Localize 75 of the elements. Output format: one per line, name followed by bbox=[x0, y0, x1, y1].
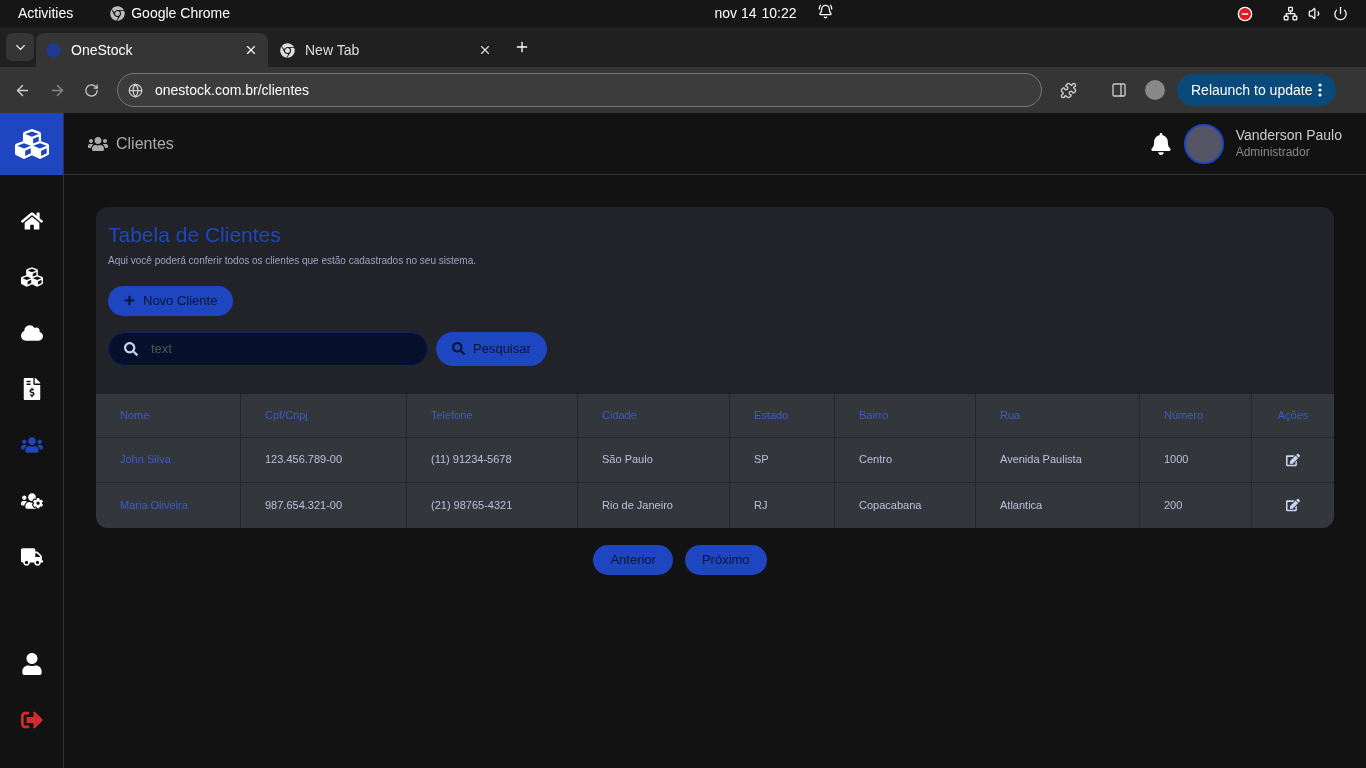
home-icon bbox=[20, 210, 43, 232]
tab-title: New Tab bbox=[305, 40, 361, 60]
table-cell-text: 200 bbox=[1164, 497, 1183, 513]
search-field[interactable]: text bbox=[108, 331, 428, 366]
side-panel-icon[interactable] bbox=[1111, 82, 1127, 98]
globe-icon bbox=[128, 82, 143, 98]
search-icon bbox=[124, 341, 138, 356]
relaunch-button[interactable]: Relaunch to update bbox=[1177, 74, 1337, 106]
column-header: Ações bbox=[1277, 407, 1309, 423]
do-not-disturb-icon[interactable] bbox=[1237, 5, 1253, 22]
tab-list-button[interactable] bbox=[6, 33, 34, 61]
more-icon bbox=[1318, 83, 1323, 97]
edit-icon[interactable] bbox=[1286, 452, 1300, 467]
column-header: Número bbox=[1164, 407, 1204, 423]
users-icon bbox=[20, 434, 43, 456]
column-header: Bairro bbox=[859, 407, 889, 423]
date-time[interactable]: 10:22 bbox=[761, 3, 797, 24]
column-header: Cpf/Cnpj bbox=[265, 407, 308, 423]
table-cell-text: 1000 bbox=[1164, 452, 1189, 468]
column-header: Telefone bbox=[431, 407, 473, 423]
bell-icon bbox=[817, 4, 833, 19]
table-cell-text: Maria Oliveira bbox=[120, 497, 188, 513]
column-header: Rua bbox=[1000, 407, 1021, 423]
notification-icon[interactable] bbox=[1149, 132, 1172, 155]
table-cell-text: (11) 91234-5678 bbox=[431, 452, 512, 468]
edit-icon[interactable] bbox=[1286, 498, 1300, 512]
reload-icon[interactable] bbox=[84, 82, 99, 98]
avatar[interactable] bbox=[1183, 123, 1224, 164]
table-cell-text: Avenida Paulista bbox=[1000, 452, 1082, 468]
browser-tab[interactable]: OneStock bbox=[36, 33, 268, 67]
table-cell-text: RJ bbox=[754, 497, 768, 513]
close-icon[interactable] bbox=[478, 43, 492, 57]
date-time[interactable]: nov 14 bbox=[714, 3, 757, 24]
logout-icon bbox=[20, 709, 43, 731]
tab-title: OneStock bbox=[71, 40, 134, 60]
boxes-logo-icon bbox=[14, 127, 49, 161]
close-icon[interactable] bbox=[244, 43, 258, 57]
column-header: Cidade bbox=[602, 407, 637, 423]
extensions-icon[interactable] bbox=[1060, 81, 1077, 99]
power-icon[interactable] bbox=[1333, 6, 1348, 21]
card-title: Tabela de Clientes bbox=[108, 222, 282, 248]
network-icon[interactable] bbox=[1283, 6, 1298, 21]
table-cell-text: Centro bbox=[859, 452, 893, 468]
new-tab-icon[interactable] bbox=[514, 39, 530, 55]
search-icon bbox=[452, 342, 465, 355]
url-text: onestock.com.br/clientes bbox=[155, 80, 310, 100]
chrome-icon bbox=[110, 6, 126, 21]
site-favicon-icon bbox=[46, 42, 61, 58]
user-name: Vanderson Paulo bbox=[1235, 127, 1342, 145]
user-role: Administrador bbox=[1235, 144, 1311, 160]
truck-icon bbox=[20, 546, 43, 568]
address-bar[interactable]: onestock.com.br/clientes bbox=[117, 73, 1042, 107]
table-cell-text: SP bbox=[754, 452, 769, 468]
boxes-icon bbox=[20, 266, 43, 288]
table-cell-text: (21) 98765-4321 bbox=[431, 497, 513, 513]
table-cell-text: John Silva bbox=[120, 452, 171, 468]
activities-button[interactable]: Activities bbox=[18, 3, 74, 24]
table-cell-text: São Paulo bbox=[602, 452, 653, 468]
users-gear-icon bbox=[20, 490, 43, 512]
table-cell-text: Atlantica bbox=[1000, 497, 1043, 513]
table-cell-text: Rio de Janeiro bbox=[602, 497, 673, 513]
column-header: Estado bbox=[754, 407, 789, 423]
table-cell-text: 987.654.321-00 bbox=[265, 497, 343, 513]
user-icon bbox=[20, 653, 43, 675]
browser-tab[interactable]: New Tab bbox=[270, 33, 502, 67]
column-header: Nome bbox=[120, 407, 150, 423]
card-subtitle: Aqui você poderá conferir todos os clientes que estão cadastrados no seu sistema. bbox=[108, 253, 477, 268]
plus-icon bbox=[124, 295, 135, 306]
page-title: Clientes bbox=[116, 133, 174, 154]
table-cell-text: 123.456.789-00 bbox=[265, 452, 343, 468]
app-logo[interactable] bbox=[0, 113, 63, 175]
app-name[interactable]: Google Chrome bbox=[131, 3, 231, 24]
chrome-icon bbox=[280, 42, 295, 58]
table-cell-text: Copacabana bbox=[859, 497, 922, 513]
profile-avatar[interactable] bbox=[1145, 80, 1165, 100]
